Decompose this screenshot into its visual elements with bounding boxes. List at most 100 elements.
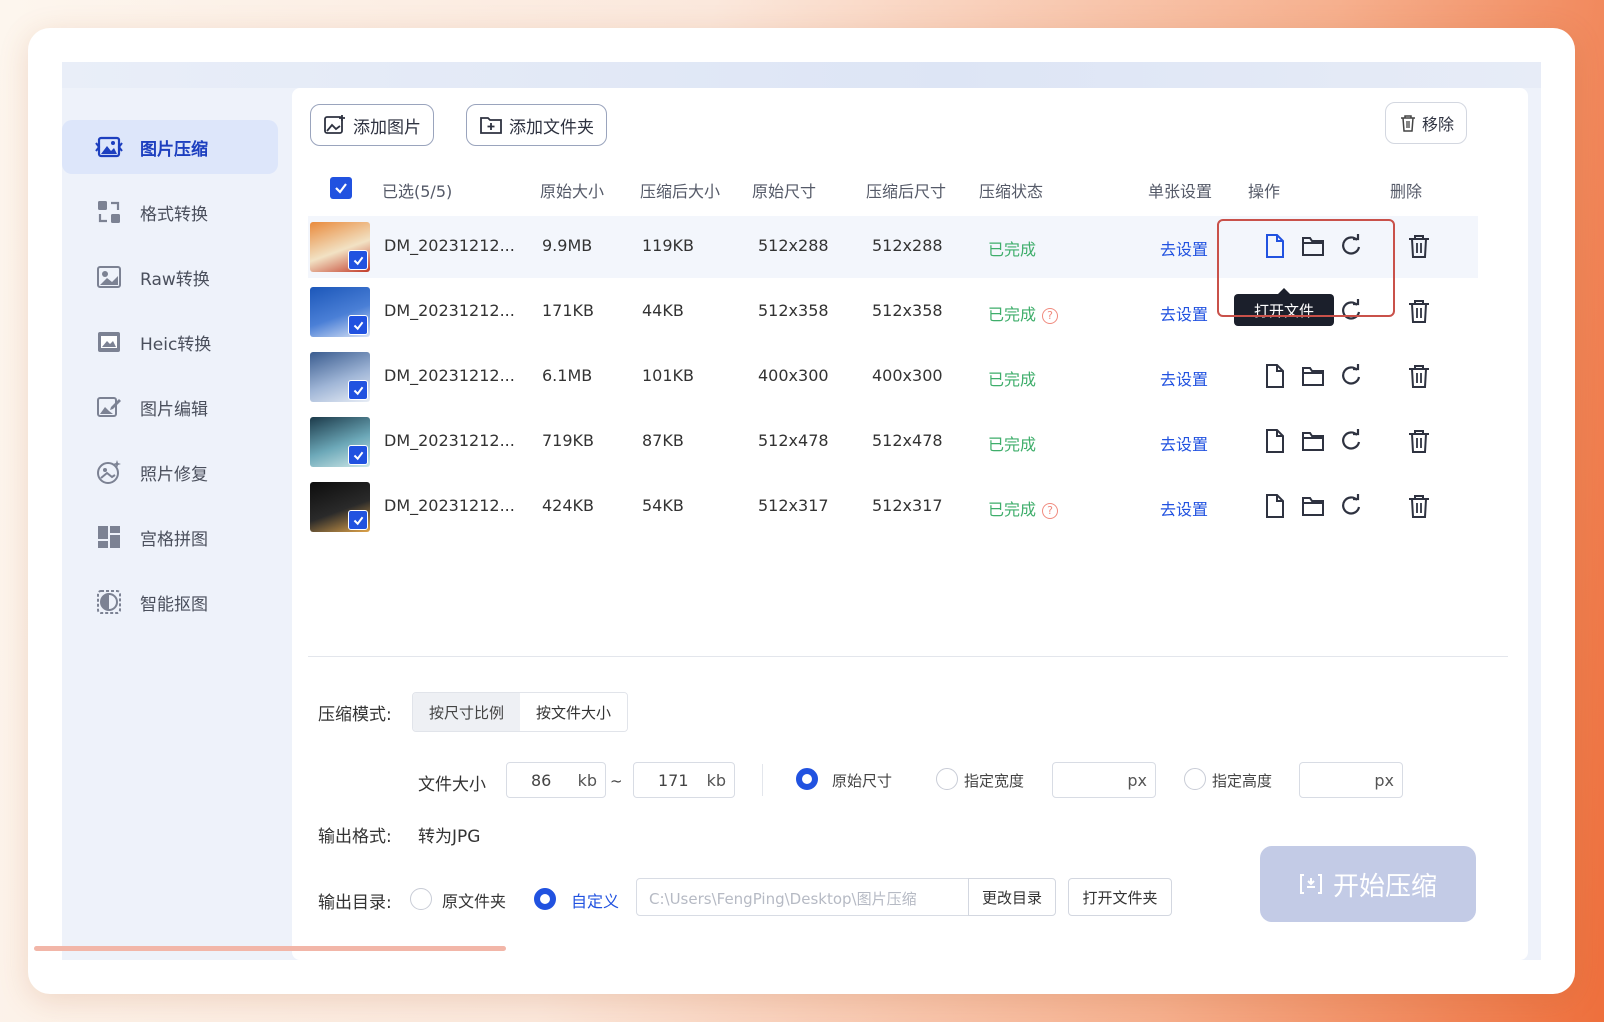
sidebar-item-label: 智能抠图 [140, 594, 208, 615]
file-name: DM_20231212... [384, 366, 515, 385]
compressed-dimension: 512x358 [872, 301, 943, 320]
sidebar-item-image-edit[interactable]: 图片编辑 [62, 380, 278, 434]
help-icon[interactable]: ? [1042, 503, 1059, 519]
remove-button[interactable]: 移除 [1385, 102, 1468, 144]
image-edit-icon [94, 392, 124, 422]
row-checkbox[interactable] [348, 315, 368, 335]
mode-by-filesize[interactable]: 按文件大小 [520, 693, 628, 731]
header-comp-dim: 压缩后尺寸 [866, 182, 947, 201]
delete-row-icon[interactable] [1406, 492, 1432, 520]
status-text: 已完成 [988, 500, 1037, 519]
table-row[interactable]: DM_20231212... 424KB 54KB 512x317 512x317 已完成… [308, 476, 1478, 538]
help-icon[interactable]: ? [1042, 308, 1059, 324]
min-size-unit: kb [577, 771, 597, 790]
recompress-icon[interactable] [1338, 297, 1364, 325]
delete-row-icon[interactable] [1406, 297, 1432, 325]
compress-icon [1299, 874, 1322, 894]
select-all-checkbox[interactable] [330, 177, 352, 199]
output-dir-label: 输出目录: [318, 893, 392, 913]
go-setting-link[interactable]: 去设置 [1160, 496, 1208, 520]
status-label: 已完成 [988, 236, 1036, 260]
original-size: 424KB [542, 496, 595, 515]
check-icon [353, 256, 363, 265]
radio-original-folder[interactable] [410, 888, 432, 910]
file-name: DM_20231212... [384, 496, 515, 515]
row-checkbox[interactable] [348, 380, 368, 400]
compress-mode-label: 压缩模式: [318, 705, 392, 725]
min-size-value: 86 [531, 771, 552, 790]
open-file-icon[interactable] [1262, 232, 1288, 260]
recompress-icon[interactable] [1338, 362, 1364, 390]
start-compress-label: 开始压缩 [1332, 871, 1437, 902]
compressed-dimension: 512x478 [872, 431, 943, 450]
original-size: 171KB [542, 301, 595, 320]
start-compress-button[interactable]: 开始压缩 [1260, 846, 1476, 922]
row-checkbox[interactable] [348, 250, 368, 270]
separator [762, 764, 763, 796]
open-file-icon[interactable] [1262, 427, 1288, 455]
image-compress-icon [94, 132, 124, 162]
raw-convert-icon [94, 262, 124, 292]
go-setting-link[interactable]: 去设置 [1160, 301, 1208, 325]
open-folder-button[interactable]: 打开文件夹 [1068, 878, 1172, 916]
trash-icon [1401, 115, 1415, 132]
header-operations: 操作 [1248, 182, 1281, 201]
row-checkbox[interactable] [348, 510, 368, 530]
width-input[interactable]: px [1052, 762, 1156, 798]
table-row[interactable]: DM_20231212... 9.9MB 119KB 512x288 512x288 已完… [308, 216, 1478, 278]
sidebar-item-raw-convert[interactable]: Raw转换 [62, 250, 278, 304]
sidebar-item-image-compress[interactable]: 图片压缩 [62, 120, 278, 174]
go-setting-link[interactable]: 去设置 [1160, 431, 1208, 455]
add-image-label: 添加图片 [353, 117, 421, 138]
original-dimension: 512x288 [758, 236, 829, 255]
check-icon [353, 451, 363, 460]
compressed-size: 119KB [642, 236, 695, 255]
height-input[interactable]: px [1299, 762, 1403, 798]
table-row[interactable]: DM_20231212... 719KB 87KB 512x478 512x478 已完成… [308, 411, 1478, 473]
open-file-icon[interactable] [1262, 362, 1288, 390]
thumbnail [310, 287, 370, 337]
delete-row-icon[interactable] [1406, 427, 1432, 455]
sidebar-item-smart-cutout[interactable]: 智能抠图 [62, 575, 278, 629]
open-folder-icon[interactable] [1300, 232, 1326, 260]
grid-collage-icon [94, 522, 124, 552]
status-text: 已完成 [988, 240, 1037, 259]
table-row[interactable]: DM_20231212... 6.1MB 101KB 400x300 400x300 已完… [308, 346, 1478, 408]
add-image-button[interactable]: 添加图片 [310, 104, 434, 146]
output-format-value[interactable]: 转为JPG [418, 822, 480, 847]
original-dimension-label: 原始尺寸 [832, 772, 893, 790]
smart-cutout-icon [94, 587, 124, 617]
open-folder-icon[interactable] [1300, 362, 1326, 390]
min-size-input[interactable]: 86 kb [506, 762, 606, 798]
recompress-icon[interactable] [1338, 232, 1364, 260]
sidebar-item-heic-convert[interactable]: Heic转换 [62, 315, 278, 369]
open-file-icon[interactable] [1262, 492, 1288, 520]
open-folder-icon[interactable] [1300, 427, 1326, 455]
sidebar-item-grid-collage[interactable]: 宫格拼图 [62, 510, 278, 564]
change-dir-button[interactable]: 更改目录 [968, 878, 1056, 916]
status-text: 已完成 [988, 305, 1037, 324]
sidebar-item-format-convert[interactable]: 格式转换 [62, 185, 278, 239]
radio-custom-folder[interactable] [534, 888, 556, 910]
check-icon [353, 386, 363, 395]
delete-row-icon[interactable] [1406, 232, 1432, 260]
go-setting-link[interactable]: 去设置 [1160, 366, 1208, 390]
add-folder-button[interactable]: 添加文件夹 [466, 104, 607, 146]
open-folder-icon[interactable] [1300, 492, 1326, 520]
delete-row-icon[interactable] [1406, 362, 1432, 390]
max-size-input[interactable]: 171 kb [633, 762, 735, 798]
radio-original-dimension[interactable] [796, 768, 818, 790]
original-size: 9.9MB [542, 236, 593, 255]
recompress-icon[interactable] [1338, 427, 1364, 455]
mode-by-ratio[interactable]: 按尺寸比例 [413, 693, 521, 731]
compressed-size: 54KB [642, 496, 684, 515]
go-setting-link[interactable]: 去设置 [1160, 236, 1208, 260]
radio-specify-width[interactable] [936, 768, 958, 790]
sidebar-item-photo-repair[interactable]: 照片修复 [62, 445, 278, 499]
scroll-indicator [34, 946, 506, 951]
recompress-icon[interactable] [1338, 492, 1364, 520]
row-checkbox[interactable] [348, 445, 368, 465]
output-path-input[interactable]: C:\Users\FengPing\Desktop\图片压缩 [636, 878, 970, 916]
radio-specify-height[interactable] [1184, 768, 1206, 790]
compress-mode-toggle: 按尺寸比例 按文件大小 [412, 692, 629, 732]
